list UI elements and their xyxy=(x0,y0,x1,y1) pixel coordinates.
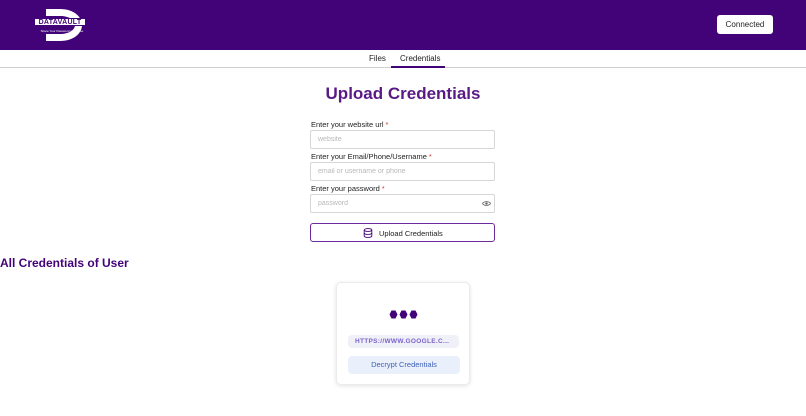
active-tab-indicator xyxy=(391,66,445,68)
logo-tagline: Share Your Password with Ease xyxy=(40,29,84,33)
required-mark: * xyxy=(428,152,432,161)
logo-wordmark: DATAVAULT xyxy=(34,18,86,26)
website-url-label: Enter your website url * xyxy=(311,120,389,129)
upload-credentials-label: Upload Credentials xyxy=(379,229,443,238)
tab-files[interactable]: Files xyxy=(369,54,386,64)
credential-url-badge: HTTPS://WWW.GOOGLE.C... xyxy=(348,335,459,348)
credentials-section-title: All Credentials of User xyxy=(0,256,129,270)
upload-credentials-button[interactable]: Upload Credentials xyxy=(310,223,495,242)
connect-wallet-button[interactable]: Connected xyxy=(717,15,773,34)
username-label: Enter your Email/Phone/Username * xyxy=(311,152,432,161)
database-icon xyxy=(363,228,373,238)
username-input[interactable] xyxy=(310,162,495,181)
datavault-logo[interactable]: DATAVAULT Share Your Password with Ease xyxy=(32,8,88,42)
asterisks-icon xyxy=(389,310,418,319)
required-mark: * xyxy=(381,184,385,193)
nav-tabs: Files Credentials xyxy=(0,50,806,68)
credential-card: HTTPS://WWW.GOOGLE.C... Decrypt Credenti… xyxy=(336,282,470,385)
required-mark: * xyxy=(385,120,389,129)
password-input[interactable] xyxy=(310,194,495,213)
decrypt-credentials-button[interactable]: Decrypt Credentials xyxy=(348,356,460,374)
eye-icon[interactable] xyxy=(482,200,491,207)
website-url-input[interactable] xyxy=(310,130,495,149)
tab-credentials[interactable]: Credentials xyxy=(400,54,440,64)
top-header: DATAVAULT Share Your Password with Ease … xyxy=(0,0,806,50)
page-title: Upload Credentials xyxy=(325,84,481,103)
password-label: Enter your password * xyxy=(311,184,385,193)
